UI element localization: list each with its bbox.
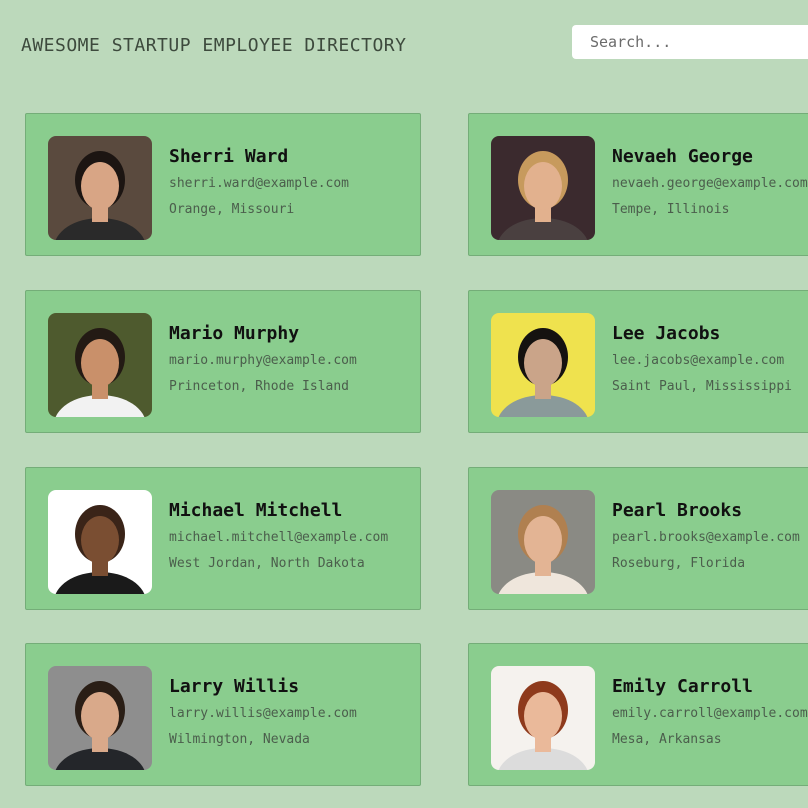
employee-email: larry.willis@example.com — [169, 706, 357, 721]
employee-location: Roseburg, Florida — [612, 556, 746, 571]
employee-location: Wilmington, Nevada — [169, 732, 310, 747]
employee-name: Michael Mitchell — [169, 500, 343, 521]
employee-name: Pearl Brooks — [612, 500, 743, 521]
employee-info: Pearl Brooks pearl.brooks@example.com Rose… — [612, 500, 800, 572]
employee-info: Larry Willis larry.willis@example.com Wilm… — [169, 676, 357, 748]
employee-card[interactable]: Emily Carroll emily.carroll@example.com Me… — [468, 643, 808, 786]
avatar — [48, 136, 152, 240]
employee-card[interactable]: Larry Willis larry.willis@example.com Wilm… — [25, 643, 421, 786]
employee-email: mario.murphy@example.com — [169, 353, 357, 368]
employee-location: Mesa, Arkansas — [612, 732, 722, 747]
avatar — [491, 313, 595, 417]
employee-card[interactable]: Lee Jacobs lee.jacobs@example.com Saint Pa… — [468, 290, 808, 433]
employee-card[interactable]: Sherri Ward sherri.ward@example.com Orange… — [25, 113, 421, 256]
avatar — [491, 666, 595, 770]
employee-location: West Jordan, North Dakota — [169, 556, 365, 571]
employee-email: lee.jacobs@example.com — [612, 353, 785, 368]
search-input[interactable] — [572, 25, 808, 59]
employee-card[interactable]: Pearl Brooks pearl.brooks@example.com Rose… — [468, 467, 808, 610]
employee-info: Lee Jacobs lee.jacobs@example.com Saint Pa… — [612, 323, 792, 395]
employee-info: Michael Mitchell michael.mitchell@example… — [169, 500, 388, 572]
employee-card[interactable]: Mario Murphy mario.murphy@example.com Prin… — [25, 290, 421, 433]
avatar — [48, 490, 152, 594]
employee-email: sherri.ward@example.com — [169, 176, 350, 191]
directory-page: AWESOME STARTUP EMPLOYEE DIRECTORY Sherr… — [0, 0, 808, 808]
employee-name: Mario Murphy — [169, 323, 300, 344]
page-title: AWESOME STARTUP EMPLOYEE DIRECTORY — [21, 35, 407, 56]
avatar — [48, 666, 152, 770]
avatar — [48, 313, 152, 417]
employee-name: Larry Willis — [169, 676, 300, 697]
employee-email: michael.mitchell@example.com — [169, 530, 389, 545]
avatar — [491, 136, 595, 240]
employee-info: Emily Carroll emily.carroll@example.com Me… — [612, 676, 808, 748]
employee-email: nevaeh.george@example.com — [612, 176, 808, 191]
employee-location: Orange, Missouri — [169, 202, 295, 217]
employee-name: Sherri Ward — [169, 146, 289, 167]
employee-location: Saint Paul, Mississippi — [612, 379, 793, 394]
employee-info: Sherri Ward sherri.ward@example.com Orange… — [169, 146, 349, 218]
employee-info: Mario Murphy mario.murphy@example.com Prin… — [169, 323, 357, 395]
employee-card[interactable]: Michael Mitchell michael.mitchell@example… — [25, 467, 421, 610]
employee-info: Nevaeh George nevaeh.george@example.com Te… — [612, 146, 808, 218]
employee-name: Emily Carroll — [612, 676, 753, 697]
employee-name: Lee Jacobs — [612, 323, 721, 344]
avatar — [491, 490, 595, 594]
employee-card[interactable]: Nevaeh George nevaeh.george@example.com Te… — [468, 113, 808, 256]
employee-email: emily.carroll@example.com — [612, 706, 808, 721]
employee-location: Tempe, Illinois — [612, 202, 730, 217]
employee-name: Nevaeh George — [612, 146, 753, 167]
employee-location: Princeton, Rhode Island — [169, 379, 350, 394]
employee-email: pearl.brooks@example.com — [612, 530, 800, 545]
